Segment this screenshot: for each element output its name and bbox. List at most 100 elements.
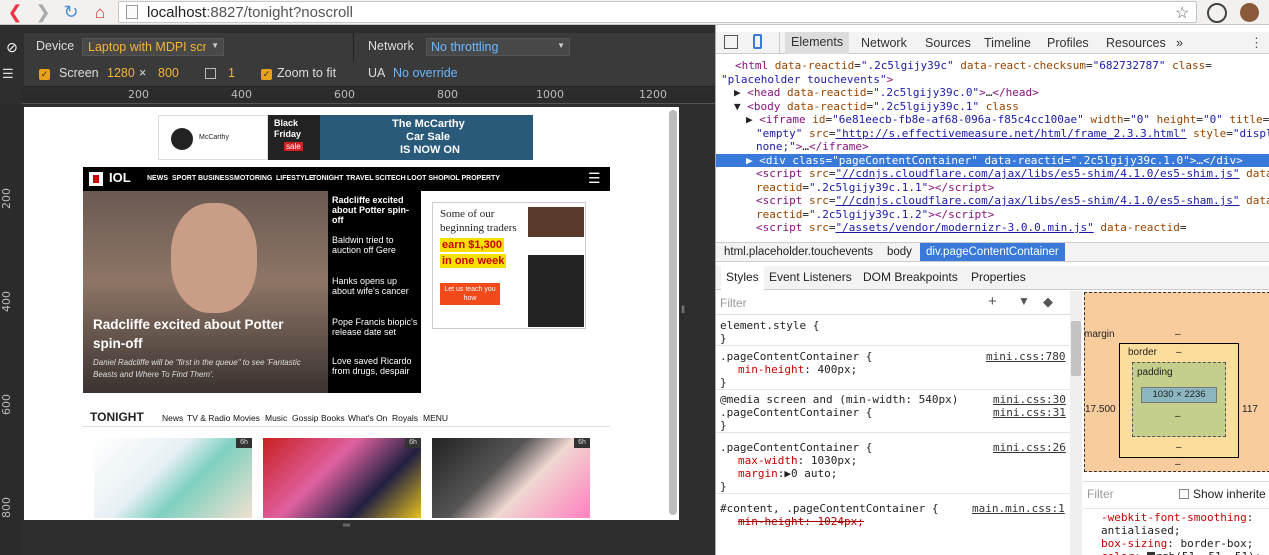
ruler-tick: 1000 bbox=[536, 88, 564, 101]
box-model: margin – 17.500 – 117 – border – padding… bbox=[1084, 290, 1269, 480]
side-headline[interactable]: Pope Francis biopic's release date set bbox=[332, 317, 418, 337]
tab-books[interactable]: Books bbox=[321, 413, 345, 423]
styles-scrollbar[interactable] bbox=[1070, 291, 1082, 555]
dpr-input[interactable]: 1 bbox=[228, 66, 235, 80]
more-tabs-icon[interactable]: » bbox=[1176, 36, 1183, 50]
breadcrumb: html.placeholder.touchevents body div.pa… bbox=[716, 242, 1269, 262]
emulated-viewport[interactable]: McCarthy Black Friday sale The McCarthy … bbox=[24, 107, 679, 520]
bookmark-star-icon[interactable]: ☆ bbox=[1175, 3, 1189, 23]
width-resize-handle[interactable]: ‖ bbox=[681, 305, 685, 316]
tab-event-listeners[interactable]: Event Listeners bbox=[769, 270, 852, 284]
tab-menu[interactable]: MENU bbox=[423, 413, 448, 423]
border-box: border – padding 1030 × 2236 – – bbox=[1119, 343, 1239, 458]
screen-checkbox[interactable]: ✓ bbox=[39, 69, 50, 80]
kebab-menu-icon[interactable]: ⋮ bbox=[1250, 35, 1263, 51]
menu-icon[interactable]: ☰ bbox=[588, 170, 601, 187]
dom-tree[interactable]: <html data-reactid=".2c5lgijy39c" data-r… bbox=[716, 55, 1269, 241]
show-inherited-checkbox[interactable] bbox=[1179, 489, 1189, 499]
tab-sources[interactable]: Sources bbox=[925, 36, 971, 50]
computed-filter-input[interactable]: Filter bbox=[1087, 487, 1114, 501]
side-headline[interactable]: Love saved Ricardo from drugs, despair bbox=[332, 356, 418, 376]
side-headline[interactable]: Baldwin tried to auction off Gere bbox=[332, 235, 418, 255]
reload-icon[interactable]: ↻ bbox=[58, 0, 84, 25]
bf-text: Black bbox=[274, 118, 299, 128]
url-path: :8827/tonight?noscroll bbox=[206, 4, 353, 21]
home-icon[interactable]: ⌂ bbox=[87, 0, 113, 25]
tab-dom-breakpoints[interactable]: DOM Breakpoints bbox=[863, 270, 958, 284]
viewport-scrollbar[interactable] bbox=[669, 110, 677, 515]
network-select[interactable]: No throttling ▼ bbox=[426, 38, 570, 56]
nav-tonight[interactable]: TONIGHT bbox=[312, 175, 343, 182]
add-rule-icon[interactable]: + bbox=[988, 293, 997, 310]
url-text: localhost:8827/tonight?noscroll bbox=[147, 4, 353, 21]
disable-emulation-icon[interactable]: ⊘ bbox=[0, 33, 24, 61]
tab-profiles[interactable]: Profiles bbox=[1047, 36, 1089, 50]
nav-iol-property[interactable]: IOL PROPERTY bbox=[448, 175, 500, 182]
hero-story[interactable]: Radcliffe excited about Potter spin-off … bbox=[83, 191, 421, 393]
breadcrumb-item-active[interactable]: div.pageContentContainer bbox=[920, 243, 1065, 261]
media-query-icon[interactable]: ☰ bbox=[2, 66, 14, 82]
screen-width-input[interactable]: 1280 bbox=[107, 66, 135, 80]
inspect-icon[interactable] bbox=[724, 35, 738, 49]
scroll-thumb[interactable] bbox=[1071, 321, 1081, 376]
back-icon[interactable]: ❮ bbox=[2, 0, 28, 25]
tab-resources[interactable]: Resources bbox=[1106, 36, 1166, 50]
nav-news[interactable]: NEWS bbox=[147, 175, 168, 182]
height-resize-handle[interactable]: ═ bbox=[343, 520, 350, 531]
css-rules[interactable]: element.style { } .pageContentContainer … bbox=[716, 315, 1076, 555]
tab-timeline[interactable]: Timeline bbox=[984, 36, 1031, 50]
ruler-tick: 1200 bbox=[639, 88, 667, 101]
side-headline[interactable]: Radcliffe excited about Potter spin-off bbox=[332, 195, 418, 225]
screen-height-input[interactable]: 800 bbox=[158, 66, 179, 80]
tab-music[interactable]: Music bbox=[265, 413, 287, 423]
chevron-down-icon: ▼ bbox=[211, 41, 219, 50]
story-thumbnail[interactable]: 6h bbox=[263, 438, 421, 518]
tab-tv-radio[interactable]: TV & Radio bbox=[187, 413, 230, 423]
ad2-line: beginning traders bbox=[440, 222, 517, 234]
swap-dimensions-icon[interactable] bbox=[205, 68, 216, 79]
styles-filter[interactable]: Filter + ▼ ◆ bbox=[716, 291, 1078, 315]
trader-ad[interactable]: Some of our beginning traders earn $1,30… bbox=[432, 202, 586, 329]
tab-network[interactable]: Network bbox=[861, 36, 907, 50]
color-format-icon[interactable]: ◆ bbox=[1043, 294, 1053, 310]
address-bar[interactable]: localhost:8827/tonight?noscroll ☆ bbox=[118, 1, 1197, 23]
hero-title[interactable]: Radcliffe excited about Potter spin-off bbox=[93, 315, 313, 353]
nav-business[interactable]: BUSINESS bbox=[198, 175, 234, 182]
side-headline[interactable]: Hanks opens up about wife's cancer bbox=[332, 276, 418, 296]
story-thumbnail[interactable]: 6h bbox=[94, 438, 252, 518]
teach-button[interactable]: Let us teach you how bbox=[440, 283, 500, 305]
trader-photo bbox=[528, 207, 584, 327]
selected-node[interactable]: ▶ <div class="pageContentContainer" data… bbox=[716, 153, 1269, 167]
site-logo[interactable]: IOL bbox=[109, 170, 131, 185]
nav-loot-shop[interactable]: LOOT SHOP bbox=[407, 175, 448, 182]
story-thumbnail[interactable]: 6h bbox=[432, 438, 590, 518]
tab-properties[interactable]: Properties bbox=[971, 270, 1026, 284]
tab-gossip[interactable]: Gossip bbox=[292, 413, 318, 423]
padding-box: padding 1030 × 2236 – bbox=[1132, 362, 1226, 437]
nav-motoring[interactable]: MOTORING bbox=[234, 175, 272, 182]
nav-scitech[interactable]: SCITECH bbox=[375, 175, 406, 182]
tab-styles[interactable]: Styles bbox=[721, 266, 764, 290]
side-headlines: Radcliffe excited about Potter spin-off … bbox=[328, 191, 421, 393]
device-mode-icon[interactable] bbox=[753, 34, 762, 49]
device-select[interactable]: Laptop with MDPI scr ▼ bbox=[82, 38, 224, 56]
browser-toolbar: ❮ ❯ ↻ ⌂ localhost:8827/tonight?noscroll … bbox=[0, 0, 1269, 25]
tab-whats-on[interactable]: What's On bbox=[348, 413, 387, 423]
nav-sport[interactable]: SPORT bbox=[172, 175, 196, 182]
avatar[interactable] bbox=[1240, 3, 1259, 22]
tab-elements[interactable]: Elements bbox=[785, 32, 850, 54]
ua-value[interactable]: No override bbox=[393, 66, 458, 80]
filter-input[interactable]: Filter bbox=[720, 296, 747, 310]
zoom-checkbox[interactable]: ✓ bbox=[261, 69, 272, 80]
breadcrumb-item[interactable]: body bbox=[887, 246, 912, 258]
forward-icon[interactable]: ❯ bbox=[30, 0, 56, 25]
tab-news[interactable]: News bbox=[162, 413, 183, 423]
nav-travel[interactable]: TRAVEL bbox=[346, 175, 373, 182]
breadcrumb-item[interactable]: html.placeholder.touchevents bbox=[724, 246, 873, 258]
tab-royals[interactable]: Royals bbox=[392, 413, 418, 423]
tab-movies[interactable]: Movies bbox=[233, 413, 260, 423]
extension-icon[interactable] bbox=[1207, 3, 1227, 23]
nav-lifestyle[interactable]: LIFESTYLE bbox=[276, 175, 314, 182]
pin-icon[interactable]: ▼ bbox=[1018, 294, 1030, 308]
ad-banner[interactable]: McCarthy Black Friday sale The McCarthy … bbox=[158, 115, 533, 160]
